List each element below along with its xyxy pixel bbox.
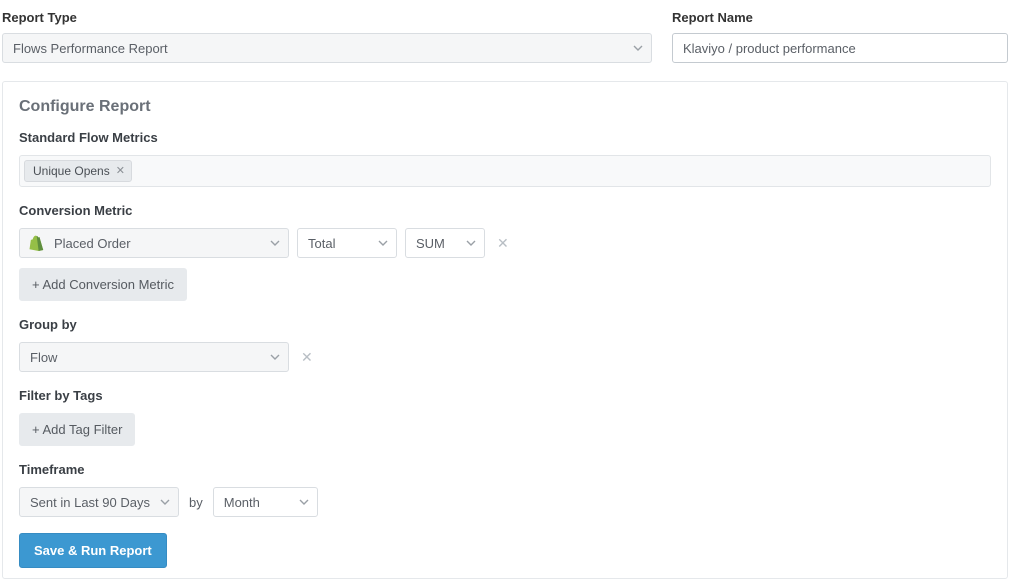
chevron-down-icon [270,354,280,360]
by-label: by [187,495,205,510]
conversion-agg1-value: Total [308,236,335,251]
shopify-icon [28,234,46,252]
report-type-label: Report Type [2,10,652,25]
timeframe-label: Timeframe [19,462,991,477]
remove-conversion-icon[interactable]: ✕ [493,235,513,252]
add-conversion-metric-button[interactable]: + Add Conversion Metric [19,268,187,301]
conversion-agg2-value: SUM [416,236,445,251]
conversion-agg2-select[interactable]: SUM [405,228,485,258]
filter-tags-label: Filter by Tags [19,388,991,403]
report-name-label: Report Name [672,10,1008,25]
metric-tag-label: Unique Opens [33,164,110,178]
chevron-down-icon [633,45,643,51]
standard-metrics-input[interactable]: Unique Opens ✕ [19,155,991,187]
group-by-label: Group by [19,317,991,332]
timeframe-range-select[interactable]: Sent in Last 90 Days [19,487,179,517]
report-type-select[interactable]: Flows Performance Report [2,33,652,63]
chevron-down-icon [378,240,388,246]
close-icon[interactable]: ✕ [116,166,125,177]
metric-tag[interactable]: Unique Opens ✕ [24,160,132,182]
chevron-down-icon [160,499,170,505]
save-run-button[interactable]: Save & Run Report [19,533,167,568]
conversion-metric-value: Placed Order [54,236,131,251]
chevron-down-icon [466,240,476,246]
panel-title: Configure Report [3,82,1007,124]
remove-groupby-icon[interactable]: ✕ [297,349,317,366]
add-tag-filter-button[interactable]: + Add Tag Filter [19,413,135,446]
conversion-metric-label: Conversion Metric [19,203,991,218]
chevron-down-icon [299,499,309,505]
group-by-value: Flow [30,350,57,365]
report-name-input[interactable] [672,33,1008,63]
chevron-down-icon [270,240,280,246]
configure-panel: Configure Report Standard Flow Metrics U… [2,81,1008,579]
timeframe-range-value: Sent in Last 90 Days [30,495,150,510]
report-type-value: Flows Performance Report [13,41,168,56]
conversion-metric-select[interactable]: Placed Order [19,228,289,258]
conversion-agg1-select[interactable]: Total [297,228,397,258]
group-by-select[interactable]: Flow [19,342,289,372]
standard-metrics-label: Standard Flow Metrics [19,130,991,145]
timeframe-interval-value: Month [224,495,260,510]
timeframe-interval-select[interactable]: Month [213,487,318,517]
